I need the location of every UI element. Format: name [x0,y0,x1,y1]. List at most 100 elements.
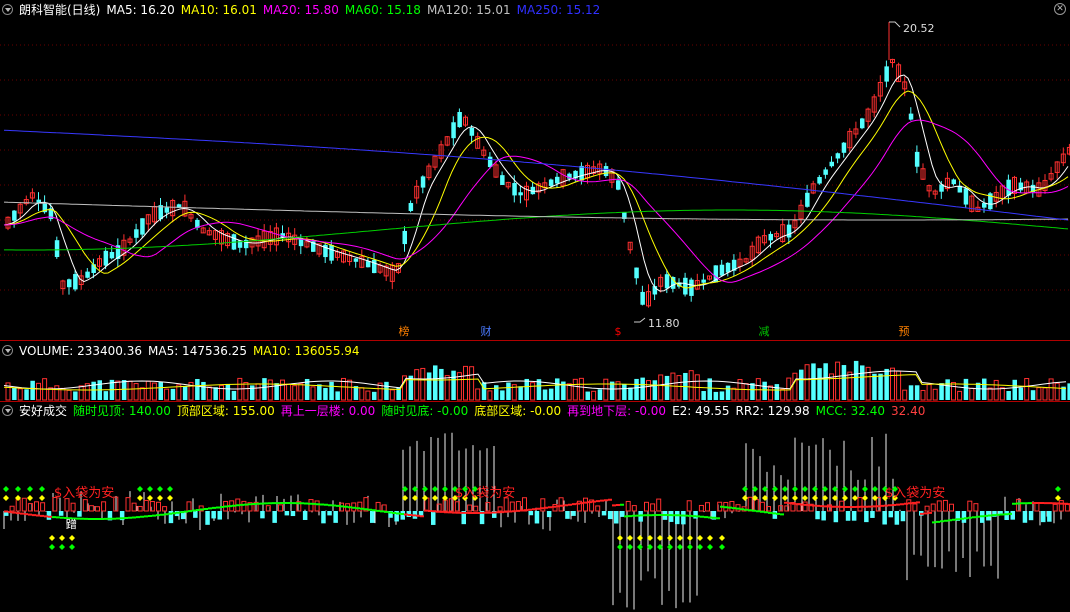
volume-bar [255,383,261,401]
indicator-bar [583,497,588,512]
volume-bar [719,391,725,400]
volume-bar [494,385,499,400]
candle [634,267,639,279]
volume-bar [688,370,694,401]
volume-bar [774,384,780,400]
indicator-bar [321,511,326,524]
indicator-chart[interactable]: $入袋为安 $入袋为安 $入袋为安蹭 [0,401,1070,612]
signal-diamond [137,495,143,501]
volume-bar [475,388,481,401]
indicator-bar [193,511,198,518]
volume-bar [359,387,365,401]
signal-diamond [687,544,693,550]
indicator-title: 安好成交 [19,404,68,418]
indicator-bar [211,511,216,519]
indicator-bar [851,511,857,521]
indicator-bar [815,511,820,520]
volume-bar [73,391,78,400]
volume-bar [151,382,157,401]
signal-diamond [719,535,725,541]
signal-text: $入袋为安 [885,486,945,501]
signal-diamond [1055,486,1061,492]
signal-diamond [617,535,623,541]
volume-bar [317,384,322,400]
signal-diamond [707,544,713,550]
volume-bar [24,389,29,400]
indicator-bar [101,501,107,512]
indicator-panel[interactable]: $入袋为安 $入袋为安 $入袋为安蹭 安好成交 随时见顶: 140.00 顶部区域: 1… [0,401,1070,612]
volume-bar [585,391,590,400]
candle [701,279,706,283]
indicator-bar [327,511,332,516]
volume-bar [841,365,847,400]
price-chart[interactable]: 20.52 11.80 [0,0,1070,340]
indicator-label-3: 随时见底: -0.00 [381,404,469,418]
volume-bar [250,385,255,400]
volume-bar [920,389,926,401]
dropdown-icon[interactable] [2,345,13,356]
volume-bar [878,373,883,400]
volume-bar [768,385,773,401]
indicator-bar [314,500,320,512]
low-pointer [634,317,646,323]
event-marker-4[interactable]: 预 [898,326,910,338]
dropdown-icon[interactable] [2,4,13,15]
candle [719,264,725,276]
candle [664,274,670,289]
indicator-bar [875,496,881,512]
candle [884,66,889,82]
volume-bar [835,361,841,401]
signal-diamond [69,535,75,541]
volume-bar [926,384,932,401]
volume-bar [658,374,664,401]
volume-bar [1024,378,1030,401]
indicator-bar [260,511,265,519]
indicator-label-9: 32.40 [891,404,926,418]
candle [372,259,377,274]
indicator-bar [625,500,631,512]
signal-diamond [637,544,643,550]
candle [860,118,865,129]
volume-bar [329,381,334,400]
volume-bar [298,383,304,401]
volume-panel[interactable]: VOLUME: 233400.36 MA5: 147536.25 MA10: 136… [0,341,1070,401]
signal-diamond [432,495,438,501]
indicator-bar [15,499,21,512]
signal-diamond [862,486,868,492]
volume-bar [292,385,298,401]
candle [103,250,109,266]
volume-bar [1042,387,1048,401]
event-marker-0[interactable]: 榜 [398,326,410,338]
volume-bar [444,375,450,401]
indicator-bar [821,511,826,521]
signal-diamond [49,535,55,541]
dropdown-icon[interactable] [2,405,13,416]
indicator-bar [614,511,619,524]
candle [73,274,78,290]
candle [914,151,920,167]
volume-bar [914,385,920,400]
volume-bar [939,383,944,400]
indicator-bar [375,501,381,512]
signal-diamond [812,495,818,501]
volume-bar [999,387,1005,401]
indicator-bar [290,511,296,517]
indicator-bar [534,511,540,524]
indicator-bar [644,501,649,512]
indicator-bar [34,501,39,512]
price-header: 朗科智能(日线) MA5: 16.20 MA10: 16.01 MA20: 15.80… [2,3,612,17]
indicator-bar [675,511,680,525]
price-panel[interactable]: 20.52 11.80 朗科智能(日线) MA5: 16.20 MA10: 16.01… [0,0,1070,340]
volume-bar [323,387,328,400]
event-marker-3[interactable]: 减 [758,326,770,338]
event-marker-1[interactable]: 财 [480,326,492,338]
event-marker-2[interactable]: $ [612,326,624,338]
close-icon[interactable]: ✕ [1054,3,1066,15]
signal-diamond [872,495,878,501]
indicator-bar [1058,500,1064,512]
volume-bar [572,378,578,401]
volume-bar [384,381,389,400]
volume-bar [219,385,224,401]
indicator-bar [698,504,704,512]
volume-bar [518,386,523,400]
